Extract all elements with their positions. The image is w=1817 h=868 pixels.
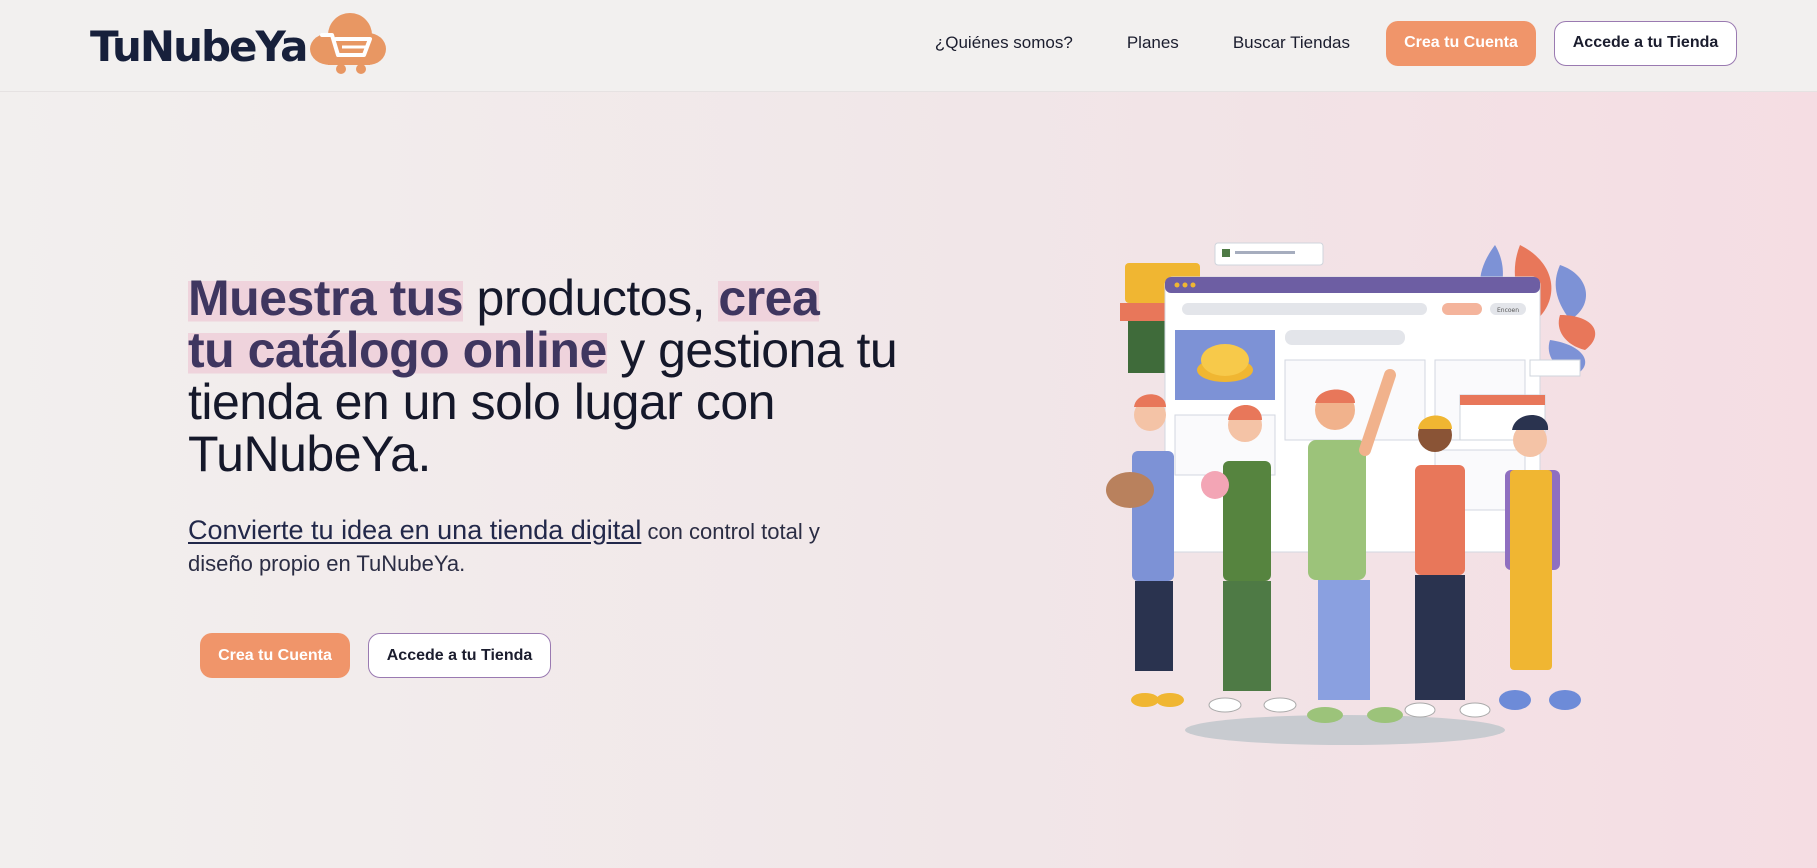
top-navbar: TuNubeYa ¿Quiénes somos? Planes Buscar T… [0, 0, 1817, 92]
hero-title-highlight-3: tu catálogo online [188, 322, 607, 378]
nav-link-planes[interactable]: Planes [1127, 33, 1179, 53]
hero-title-highlight-2: crea [718, 270, 820, 326]
nav-create-account-button[interactable]: Crea tu Cuenta [1386, 20, 1536, 66]
hero-title-highlight-1: Muestra tus [188, 270, 464, 326]
nav-store-login-button[interactable]: Accede a tu Tienda [1554, 20, 1737, 66]
hero-store-login-button[interactable]: Accede a tu Tienda [368, 633, 551, 678]
mockup-search-label: Encoen [1497, 307, 1519, 314]
hero-title: Muestra tus productos, crea tu catálogo o… [188, 270, 908, 480]
main-nav: ¿Quiénes somos? Planes Buscar Tiendas Cr… [935, 20, 1737, 66]
hero-cta-group: Crea tu Cuenta Accede a tu Tienda [200, 633, 551, 678]
nav-link-quienes-somos[interactable]: ¿Quiénes somos? [935, 33, 1073, 53]
hero-create-account-button[interactable]: Crea tu Cuenta [200, 633, 350, 678]
hero-title-text-1: productos, [463, 270, 719, 326]
hero-subtitle: Convierte tu idea en una tienda digital … [188, 514, 888, 580]
brand-name: TuNubeYa [90, 21, 308, 71]
hero-section: Muestra tus productos, crea tu catálogo o… [188, 270, 908, 580]
cloud-cart-icon [308, 11, 387, 81]
brand-logo[interactable]: TuNubeYa [90, 10, 387, 82]
team-of-shop-owners-illustration: Encoen [1090, 225, 1610, 745]
hero-subtitle-link[interactable]: Convierte tu idea en una tienda digital [188, 515, 641, 545]
nav-link-buscar-tiendas[interactable]: Buscar Tiendas [1233, 33, 1350, 53]
